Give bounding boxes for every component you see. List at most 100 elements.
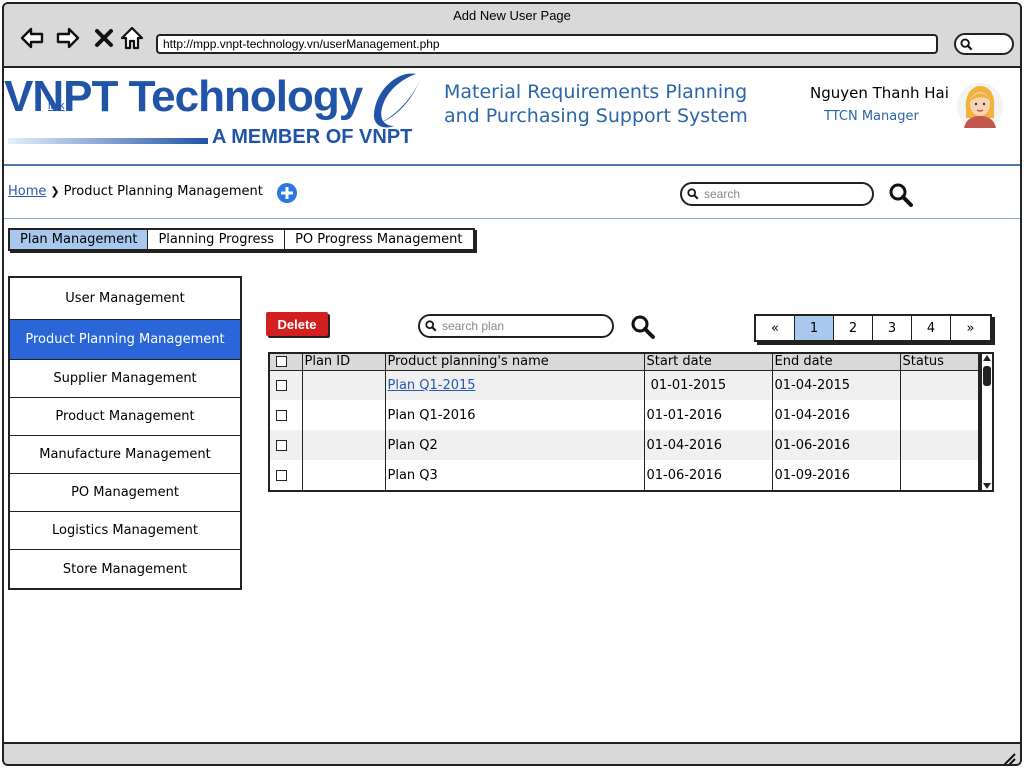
plan-search-placeholder: search plan [442, 319, 505, 333]
plan-id-cell [302, 460, 386, 490]
column-header[interactable]: Plan ID [302, 354, 386, 371]
sidebar-item-user-management[interactable]: User Management [10, 278, 240, 320]
search-icon[interactable] [630, 314, 656, 340]
title-bar: Add New User Page http://mpp.vnpt-techno… [4, 4, 1020, 68]
sidebar-item-product-planning-management[interactable]: Product Planning Management [10, 320, 240, 360]
plan-search-input[interactable]: search plan [418, 314, 614, 338]
search-icon [425, 320, 437, 332]
logo-subtext: A MEMBER OF VNPT [212, 126, 413, 148]
table-row[interactable]: Plan Q2 01-04-2016 01-06-2016 [270, 430, 978, 460]
start-date-cell: 01-04-2016 [644, 430, 773, 460]
sidebar-item-manufacture-management[interactable]: Manufacture Management [10, 436, 240, 474]
plan-name-cell: Plan Q1-2015 [385, 370, 645, 400]
sidebar-item-store-management[interactable]: Store Management [10, 550, 240, 588]
delete-button[interactable]: Delete [266, 312, 328, 336]
window-title: Add New User Page [453, 8, 571, 23]
column-header[interactable]: End date [772, 354, 901, 371]
browser-window: Add New User Page http://mpp.vnpt-techno… [2, 2, 1022, 766]
status-cell [900, 460, 978, 490]
plan-table: Plan ID Product planning's name Start da… [268, 352, 980, 492]
row-checkbox[interactable] [276, 379, 287, 391]
search-icon[interactable] [888, 182, 914, 208]
status-bar [4, 742, 1020, 766]
breadcrumb: Home ❯ Product Planning Management [8, 184, 263, 199]
tab-planning-progress[interactable]: Planning Progress [148, 230, 286, 249]
resize-grip-icon[interactable] [1002, 752, 1016, 766]
logo-text: VNPT Technology [4, 72, 363, 121]
browser-search-input[interactable] [954, 33, 1014, 55]
tab-bar: Plan Management Planning Progress PO Pro… [8, 228, 475, 251]
nav-divider [4, 218, 1020, 219]
pager-page-3[interactable]: 3 [873, 316, 912, 340]
row-checkbox[interactable] [276, 439, 287, 451]
system-title: Material Requirements Planning and Purch… [444, 81, 748, 127]
plan-id-cell [302, 400, 386, 430]
plan-name-cell: Plan Q1-2016 [385, 400, 645, 430]
logo-divider [8, 138, 208, 144]
column-header[interactable]: Product planning's name [385, 354, 645, 371]
table-scrollbar[interactable] [980, 352, 994, 492]
pager-page-2[interactable]: 2 [834, 316, 873, 340]
close-icon[interactable] [90, 24, 118, 52]
column-header[interactable]: Status [900, 354, 978, 371]
breadcrumb-home[interactable]: Home [8, 184, 46, 199]
search-placeholder: search [704, 187, 741, 201]
start-date-cell: 01-06-2016 [644, 460, 773, 490]
table-row[interactable]: Plan Q1-2016 01-01-2016 01-04-2016 [270, 400, 978, 430]
tab-plan-management[interactable]: Plan Management [10, 230, 149, 249]
arrow-right-icon[interactable] [54, 24, 82, 52]
tab-po-progress-management[interactable]: PO Progress Management [285, 230, 473, 249]
scroll-thumb[interactable] [983, 366, 991, 386]
select-all-checkbox[interactable] [276, 356, 287, 368]
breadcrumb-separator: ❯ [50, 185, 60, 198]
sidebar-item-supplier-management[interactable]: Supplier Management [10, 360, 240, 398]
user-role: TTCN Manager [824, 109, 919, 124]
plan-name-cell: Plan Q3 [385, 460, 645, 490]
plan-id-cell [302, 370, 386, 400]
end-date-cell: 01-04-2016 [772, 400, 901, 430]
add-icon[interactable] [276, 182, 298, 204]
pagination: « 1 2 3 4 » [754, 314, 992, 342]
scroll-down-icon[interactable] [983, 483, 991, 489]
column-header[interactable]: Start date [644, 354, 773, 371]
plan-name-link[interactable]: Plan Q1-2015 [388, 378, 476, 393]
start-date-cell: 01-01-2016 [644, 400, 773, 430]
app-header: VNPT Technology link A MEMBER OF VNPT Ma… [4, 68, 1020, 164]
avatar[interactable] [956, 82, 1004, 130]
sidebar: User Management Product Planning Managem… [8, 276, 242, 590]
select-all-cell [270, 354, 303, 371]
start-date-cell: 01-01-2015 [644, 370, 773, 400]
end-date-cell: 01-09-2016 [772, 460, 901, 490]
sidebar-item-logistics-management[interactable]: Logistics Management [10, 512, 240, 550]
home-icon[interactable] [118, 24, 146, 52]
row-checkbox[interactable] [276, 469, 287, 481]
search-input[interactable]: search [680, 182, 874, 206]
plan-name-cell: Plan Q2 [385, 430, 645, 460]
status-cell [900, 370, 978, 400]
search-icon [687, 188, 699, 200]
user-name: Nguyen Thanh Hai [810, 84, 949, 102]
pager-prev[interactable]: « [756, 316, 795, 340]
table-row[interactable]: Plan Q1-2015 01-01-2015 01-04-2015 [270, 370, 978, 400]
table-header-row: Plan ID Product planning's name Start da… [270, 354, 978, 371]
end-date-cell: 01-04-2015 [772, 370, 901, 400]
scroll-up-icon[interactable] [983, 355, 991, 361]
logo-link[interactable]: link [48, 100, 65, 112]
table-row[interactable]: Plan Q3 01-06-2016 01-09-2016 [270, 460, 978, 490]
logo-mark [373, 73, 420, 128]
pager-next[interactable]: » [951, 316, 990, 340]
pager-page-4[interactable]: 4 [912, 316, 951, 340]
status-cell [900, 430, 978, 460]
plan-id-cell [302, 430, 386, 460]
header-divider [4, 164, 1020, 166]
breadcrumb-current: Product Planning Management [63, 184, 263, 199]
row-checkbox[interactable] [276, 409, 287, 421]
status-cell [900, 400, 978, 430]
pager-page-1[interactable]: 1 [795, 316, 834, 340]
end-date-cell: 01-06-2016 [772, 430, 901, 460]
search-icon [960, 38, 973, 51]
sidebar-item-po-management[interactable]: PO Management [10, 474, 240, 512]
url-input[interactable]: http://mpp.vnpt-technology.vn/userManage… [156, 34, 938, 54]
arrow-left-icon[interactable] [18, 24, 46, 52]
sidebar-item-product-management[interactable]: Product Management [10, 398, 240, 436]
